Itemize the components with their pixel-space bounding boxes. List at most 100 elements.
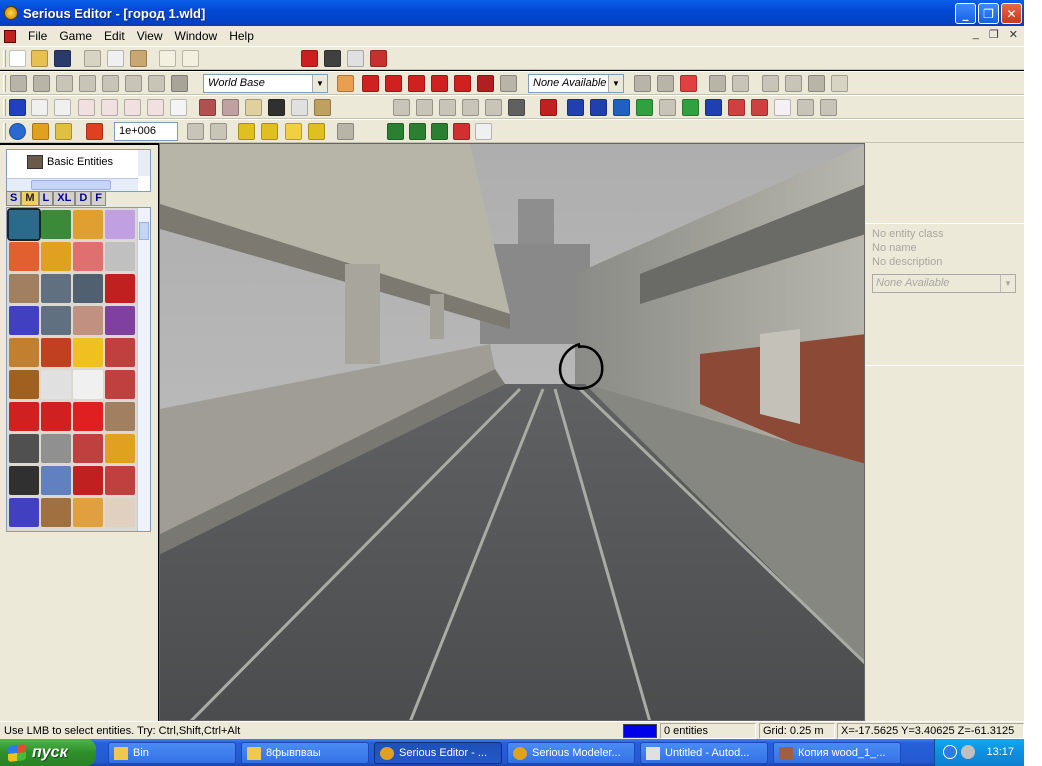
entity-tool-7-icon[interactable] <box>705 99 722 116</box>
primitive-icon[interactable] <box>337 75 354 92</box>
tree-vertical-scrollbar[interactable] <box>138 150 150 176</box>
revolver-entity-icon[interactable] <box>9 434 39 463</box>
sparkle-icon[interactable] <box>238 123 255 140</box>
lever-entity-icon[interactable] <box>41 370 71 399</box>
layer-1-icon[interactable] <box>387 123 404 140</box>
ladder-entity-icon[interactable] <box>105 370 135 399</box>
layer-3-icon[interactable] <box>431 123 448 140</box>
anvil-entity-icon[interactable] <box>9 370 39 399</box>
csg-clone-icon[interactable] <box>171 75 188 92</box>
view-4-icon[interactable] <box>462 99 479 116</box>
minimize-button[interactable]: _ <box>955 3 976 24</box>
measure-icon[interactable] <box>808 75 825 92</box>
axis-icon[interactable] <box>9 99 26 116</box>
chevron-down-icon[interactable]: ▼ <box>608 75 623 92</box>
3d-viewport[interactable] <box>159 143 865 721</box>
view-3-icon[interactable] <box>439 99 456 116</box>
entity-tool-5-icon[interactable] <box>659 99 676 116</box>
cherry-entity-icon[interactable] <box>105 466 135 495</box>
entity-tool-12-icon[interactable] <box>820 99 837 116</box>
fx-entity-icon[interactable] <box>73 466 103 495</box>
primitive-stairs-icon[interactable] <box>385 75 402 92</box>
cube-icon[interactable] <box>170 99 187 116</box>
key-entity-icon[interactable] <box>105 434 135 463</box>
csg-cancel-icon[interactable] <box>148 75 165 92</box>
help-icon[interactable] <box>159 50 176 67</box>
eye-entity-icon[interactable] <box>105 210 135 239</box>
context-help-icon[interactable] <box>182 50 199 67</box>
view-2-icon[interactable] <box>416 99 433 116</box>
tree-horizontal-scrollbar[interactable] <box>7 178 138 191</box>
tab-xl[interactable]: XL <box>53 191 76 206</box>
view-5-icon[interactable] <box>485 99 502 116</box>
task-image[interactable]: Копия wood_1_... <box>773 742 901 764</box>
star-icon[interactable] <box>285 123 302 140</box>
entity-tool-6-icon[interactable] <box>682 99 699 116</box>
primitive-box-icon[interactable] <box>362 75 379 92</box>
world-base-entity-icon[interactable] <box>7 208 41 241</box>
polygon-mode-icon[interactable] <box>680 75 697 92</box>
csg-join-layers-icon[interactable] <box>102 75 119 92</box>
pyramid-entity-icon[interactable] <box>73 210 103 239</box>
camera-entity-icon[interactable] <box>9 466 39 495</box>
go-marker-entity-icon[interactable] <box>41 242 71 271</box>
view-1-icon[interactable] <box>393 99 410 116</box>
scissors-icon[interactable] <box>831 75 848 92</box>
candle-entity-icon[interactable] <box>9 242 39 271</box>
entity-tool-1-icon[interactable] <box>567 99 584 116</box>
csg-remove-icon[interactable] <box>33 75 50 92</box>
browse-icon[interactable] <box>301 50 318 67</box>
test-game-icon[interactable] <box>222 99 239 116</box>
tab-m[interactable]: M <box>21 191 39 206</box>
flag-entity-icon[interactable] <box>105 274 135 303</box>
menu-help[interactable]: Help <box>223 29 260 43</box>
open-folder-icon[interactable] <box>31 50 48 67</box>
knife-entity-icon[interactable] <box>105 242 135 271</box>
csg-split-icon[interactable] <box>56 75 73 92</box>
menu-window[interactable]: Window <box>169 29 224 43</box>
tab-f[interactable]: F <box>91 191 106 206</box>
align-icon[interactable] <box>762 75 779 92</box>
cube-sparkle-icon[interactable] <box>308 123 325 140</box>
mirror-icon[interactable] <box>785 75 802 92</box>
scrollbar-thumb[interactable] <box>31 180 111 190</box>
new-file-icon[interactable] <box>9 50 26 67</box>
entity-tool-8-icon[interactable] <box>728 99 745 116</box>
document-icon[interactable] <box>4 29 16 43</box>
cube-purple-entity-icon[interactable] <box>105 306 135 335</box>
csg-join-icon[interactable] <box>79 75 96 92</box>
maximize-button[interactable]: ❐ <box>978 3 999 24</box>
chevron-down-icon[interactable]: ▼ <box>312 75 327 92</box>
paste-icon[interactable] <box>130 50 147 67</box>
shadow-icon[interactable] <box>101 99 118 116</box>
ball-spin-entity-icon[interactable] <box>41 210 71 239</box>
none-available-combo[interactable]: None Available ▼ <box>528 74 624 93</box>
primitive-torus-icon[interactable] <box>477 75 494 92</box>
tray-app-icon[interactable] <box>961 745 975 759</box>
csg-target-icon[interactable] <box>125 75 142 92</box>
sector-mode-icon[interactable] <box>657 75 674 92</box>
toolbar-grip[interactable] <box>3 75 6 92</box>
tab-l[interactable]: L <box>38 191 54 206</box>
menu-edit[interactable]: Edit <box>98 29 131 43</box>
spheres-icon[interactable] <box>32 123 49 140</box>
csg-add-icon[interactable] <box>10 75 27 92</box>
drop-marker-icon[interactable] <box>540 99 557 116</box>
light-icon[interactable] <box>31 99 48 116</box>
platform-2-entity-icon[interactable] <box>41 402 71 431</box>
grid-icon[interactable] <box>347 50 364 67</box>
task-bin[interactable]: Bin <box>108 742 236 764</box>
task-autodesk[interactable]: Untitled - Autod... <box>640 742 768 764</box>
scroll-entity-icon[interactable] <box>41 498 71 527</box>
player-icon[interactable] <box>314 99 331 116</box>
tree-item-basic-entities[interactable]: Basic Entities <box>27 155 113 169</box>
primitive-sphere-icon[interactable] <box>431 75 448 92</box>
axis-entity-icon[interactable] <box>9 306 39 335</box>
entity-tool-10-icon[interactable] <box>774 99 791 116</box>
tab-d[interactable]: D <box>75 191 92 206</box>
tools-icon[interactable] <box>337 123 354 140</box>
toolbar-grip[interactable] <box>3 123 6 140</box>
nav-tool-1-icon[interactable] <box>187 123 204 140</box>
model-icon[interactable] <box>147 99 164 116</box>
paper-entity-icon[interactable] <box>73 370 103 399</box>
